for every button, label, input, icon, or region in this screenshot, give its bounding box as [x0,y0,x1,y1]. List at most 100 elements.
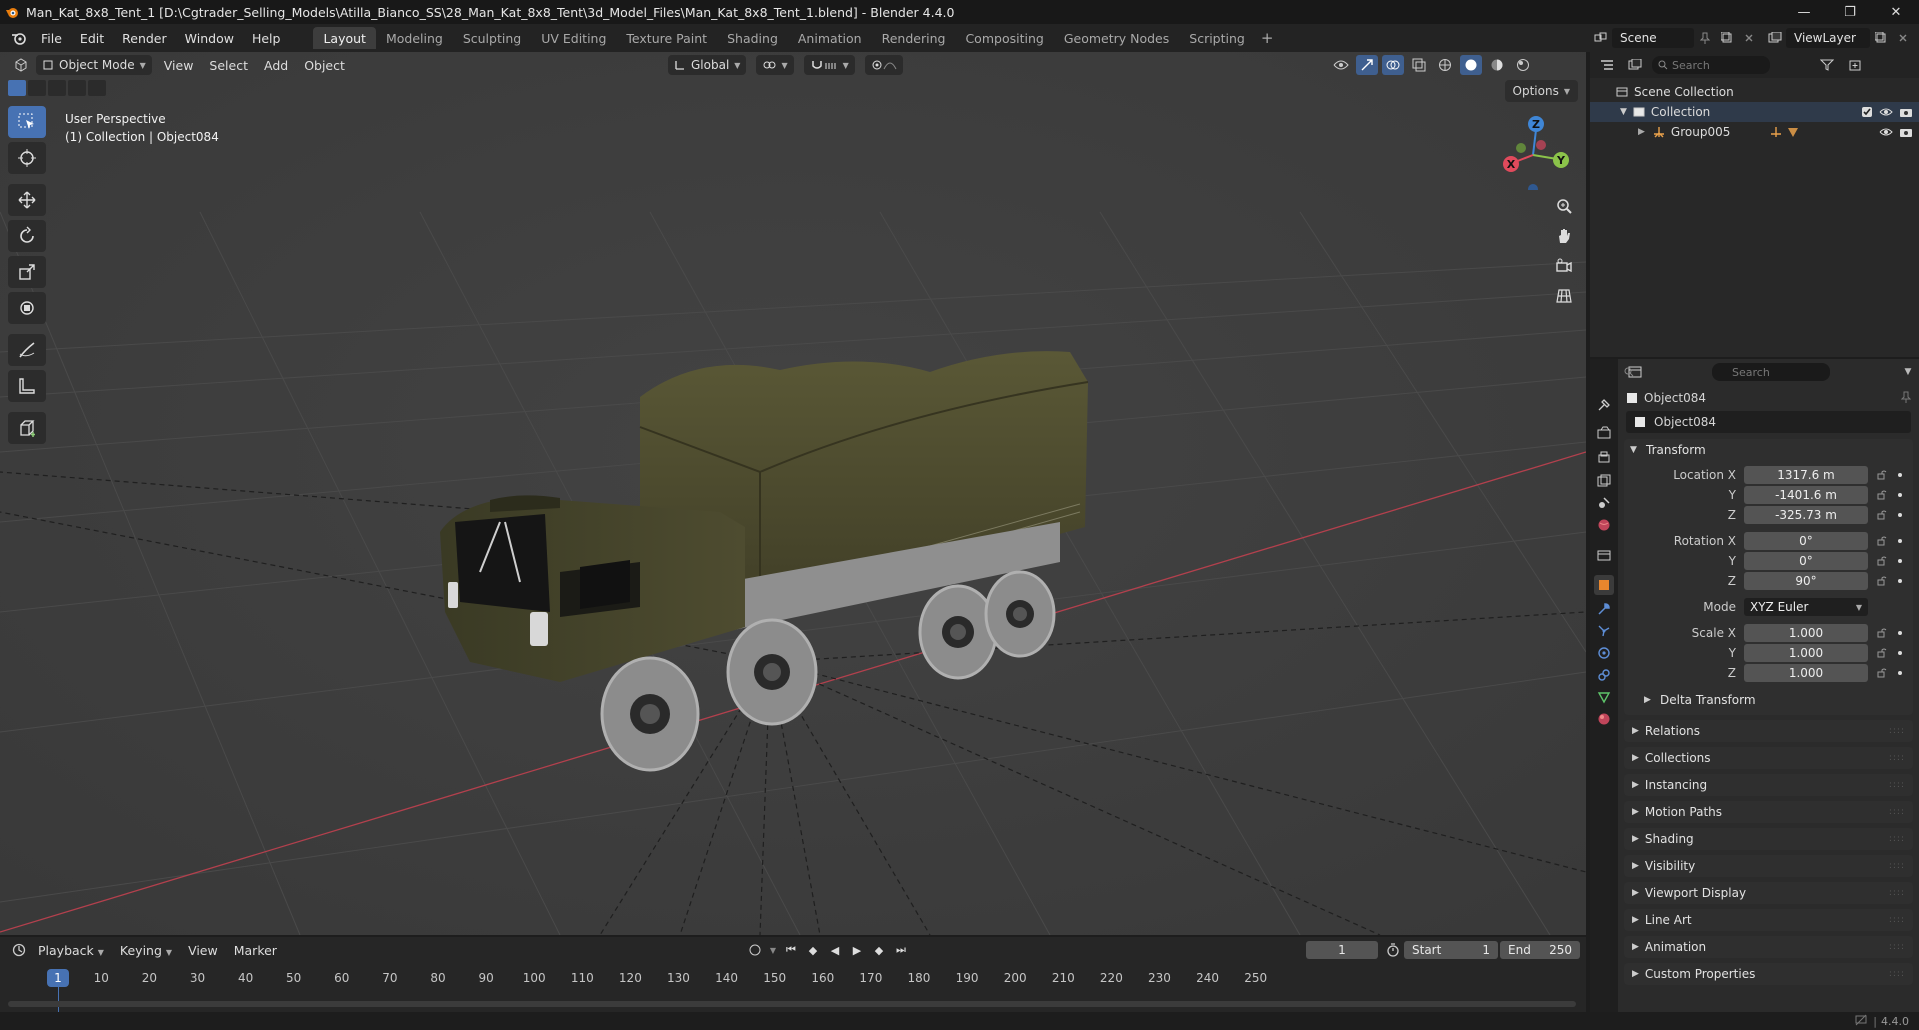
scene-name-field[interactable]: Scene [1612,28,1694,48]
panel-line-art[interactable]: ▶ Line Art:::: [1624,909,1913,931]
menu-playback[interactable]: Playback ▼ [30,943,112,958]
scale-y-field[interactable]: 1.000 [1744,644,1868,662]
location-x-field[interactable]: 1317.6 m [1744,466,1868,484]
editor-type-icon[interactable] [10,55,32,75]
filter-icon[interactable] [1816,55,1838,75]
location-z-field[interactable]: -325.73 m [1744,506,1868,524]
menu-keying[interactable]: Keying ▼ [112,943,180,958]
menu-help[interactable]: Help [243,27,290,49]
camera-icon[interactable] [1899,126,1913,138]
lock-icon[interactable] [1872,470,1892,480]
tab-sculpting[interactable]: Sculpting [453,27,531,49]
transform-tool[interactable] [8,292,46,324]
outliner-editor-icon[interactable] [1596,55,1618,75]
orientation-dropdown[interactable]: Global ▼ [668,55,747,75]
menu-select[interactable]: Select [201,58,256,73]
outliner-search-input[interactable]: Search [1652,56,1770,74]
select-intersect-icon[interactable] [88,80,106,96]
camera-icon[interactable] [1899,106,1913,118]
object-mode-dropdown[interactable]: Object Mode ▼ [36,55,152,75]
delta-transform-subpanel[interactable]: ▶ Delta Transform [1624,689,1913,711]
close-button[interactable]: ✕ [1873,0,1919,24]
view-layer-tab-icon[interactable] [1594,471,1614,491]
keyframe-dot-icon[interactable] [1898,493,1902,497]
options-dropdown[interactable]: Options ▼ [1504,80,1578,102]
snap-toggle[interactable]: ▼ [803,55,855,75]
current-frame-field[interactable]: 1 [1306,941,1378,959]
zoom-icon[interactable] [1550,194,1578,218]
select-invert-icon[interactable] [68,80,86,96]
checkbox-icon[interactable] [1861,106,1873,118]
panel-custom-properties[interactable]: ▶ Custom Properties:::: [1624,963,1913,985]
view-layer-icon[interactable] [1764,28,1786,48]
select-subtract-icon[interactable] [48,80,66,96]
collection-tab-icon[interactable] [1594,545,1614,565]
rotation-y-field[interactable]: 0° [1744,552,1868,570]
add-workspace-icon[interactable]: + [1255,29,1280,47]
panel-motion-paths[interactable]: ▶ Motion Paths:::: [1624,801,1913,823]
xray-toggle-icon[interactable] [1408,55,1430,75]
keyframe-dot-icon[interactable] [1898,513,1902,517]
pin-icon[interactable] [1900,391,1912,406]
keyframe-dot-icon[interactable] [1898,579,1902,583]
menu-view[interactable]: View [156,58,202,73]
tab-modeling[interactable]: Modeling [376,27,453,49]
annotate-tool[interactable] [8,334,46,366]
lock-icon[interactable] [1872,576,1892,586]
scale-tool[interactable] [8,256,46,288]
keyframe-dot-icon[interactable] [1898,473,1902,477]
scale-x-field[interactable]: 1.000 [1744,624,1868,642]
pivot-dropdown[interactable]: ▼ [756,55,794,75]
tab-compositing[interactable]: Compositing [955,27,1053,49]
solid-shading-icon[interactable] [1460,55,1482,75]
new-view-layer-icon[interactable] [1870,28,1892,48]
overlay-toggle-icon[interactable] [1382,55,1404,75]
play-reverse-icon[interactable]: ◀ [826,941,844,959]
jump-start-icon[interactable]: ⏮ [782,941,800,959]
new-scene-icon[interactable] [1716,28,1738,48]
scale-z-field[interactable]: 1.000 [1744,664,1868,682]
modifier-tab-icon[interactable] [1594,599,1614,619]
drag-grip-icon[interactable]: :::: [1889,942,1905,952]
pin-scene-icon[interactable] [1694,28,1716,48]
minimize-button[interactable]: — [1781,0,1827,24]
lock-icon[interactable] [1872,648,1892,658]
tab-texture-paint[interactable]: Texture Paint [616,27,717,49]
tab-geometry-nodes[interactable]: Geometry Nodes [1054,27,1179,49]
tab-scripting[interactable]: Scripting [1179,27,1255,49]
camera-view-icon[interactable] [1550,254,1578,278]
next-keyframe-icon[interactable]: ◆ [870,941,888,959]
scene-icon[interactable] [1590,28,1612,48]
prev-keyframe-icon[interactable]: ◆ [804,941,822,959]
outliner-collection[interactable]: ▼ Collection [1590,102,1919,122]
add-cube-tool[interactable] [8,412,46,444]
stopwatch-icon[interactable] [1386,943,1400,960]
keyframe-dot-icon[interactable] [1898,651,1902,655]
lock-icon[interactable] [1872,668,1892,678]
scene-tab-icon[interactable] [1594,493,1614,513]
panel-animation[interactable]: ▶ Animation:::: [1624,936,1913,958]
object-tab-icon[interactable] [1594,575,1614,595]
gizmo-toggle-icon[interactable] [1356,55,1378,75]
keyframe-dot-icon[interactable] [1898,671,1902,675]
playhead[interactable]: 1 [47,969,69,987]
constraints-tab-icon[interactable] [1594,665,1614,685]
transform-panel-header[interactable]: ▼ Transform [1624,439,1913,461]
rotate-tool[interactable] [8,220,46,252]
panel-collections[interactable]: ▶ Collections:::: [1624,747,1913,769]
select-box-tool[interactable] [8,106,46,138]
eye-icon[interactable] [1879,126,1893,138]
jump-end-icon[interactable]: ⏭ [892,941,910,959]
tool-tab-icon[interactable] [1594,395,1614,415]
drag-grip-icon[interactable]: :::: [1889,861,1905,871]
cursor-tool[interactable] [8,142,46,174]
start-frame-field[interactable]: Start 1 [1404,941,1498,959]
move-tool[interactable] [8,184,46,216]
tab-uv-editing[interactable]: UV Editing [531,27,616,49]
panel-relations[interactable]: ▶ Relations:::: [1624,720,1913,742]
lock-icon[interactable] [1872,628,1892,638]
chevron-right-icon[interactable]: ▶ [1638,127,1645,137]
drag-grip-icon[interactable]: :::: [1889,753,1905,763]
select-extend-icon[interactable] [28,80,46,96]
menu-file[interactable]: File [32,27,71,49]
